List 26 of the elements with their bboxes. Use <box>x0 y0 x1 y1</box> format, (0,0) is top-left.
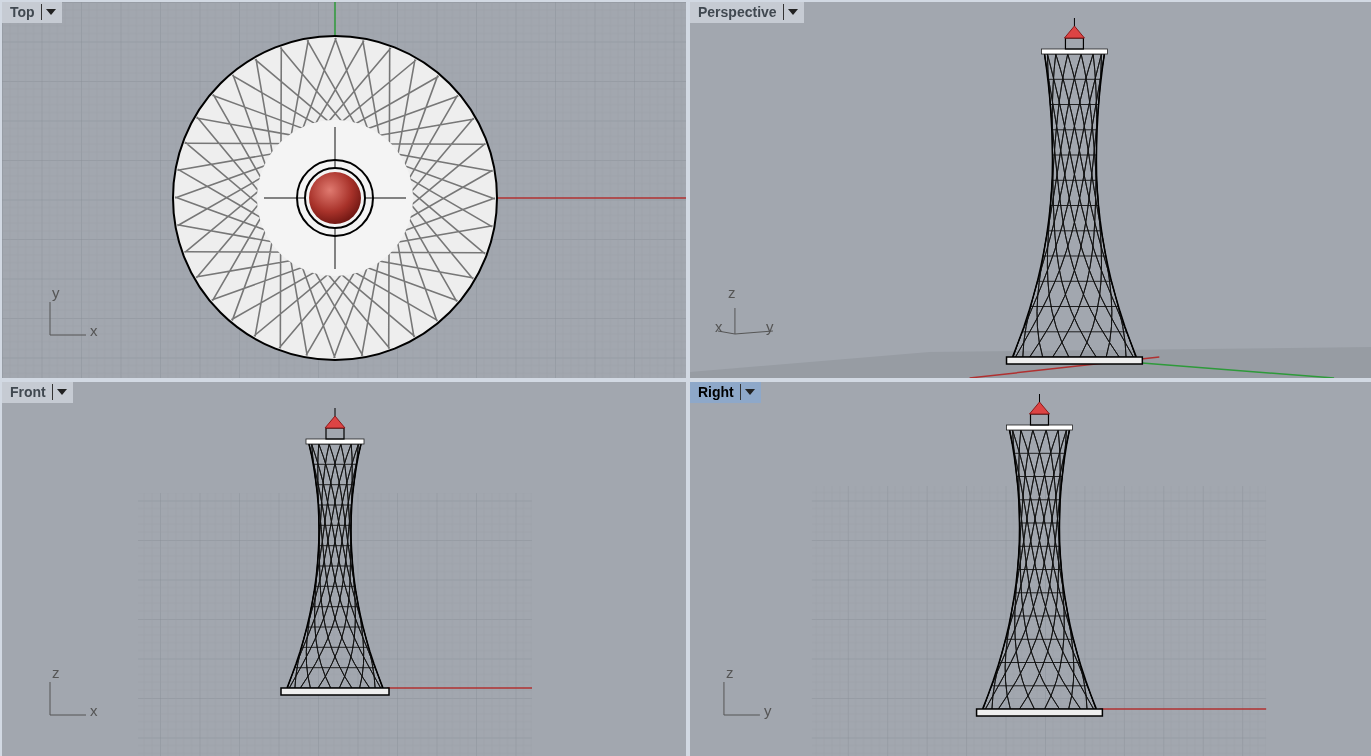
viewport[interactable]: Top y x <box>2 2 686 378</box>
axis-label: x <box>714 318 723 335</box>
axis-label: z <box>727 284 736 301</box>
caret-icon <box>739 384 757 400</box>
viewport-tab[interactable]: Top <box>2 2 62 23</box>
axis-label: x <box>90 702 98 719</box>
axis-gizmo-icon <box>49 301 87 336</box>
viewport[interactable]: Front z x <box>2 382 686 756</box>
axis-label: z <box>725 664 734 681</box>
viewport-tab[interactable]: Perspective <box>690 2 804 23</box>
axis-label: z <box>52 664 60 681</box>
axis-gizmo-icon <box>49 681 87 716</box>
axis-gizmo-icon <box>723 681 761 716</box>
viewport-tab[interactable]: Front <box>2 382 73 403</box>
caret-icon <box>782 4 800 20</box>
viewport[interactable]: Perspective z x y <box>690 2 1371 378</box>
axis-label: y <box>52 284 60 301</box>
viewport-tab[interactable]: Right <box>690 382 761 403</box>
axis-gizmo-icon <box>717 307 774 335</box>
axis-label: y <box>763 702 772 719</box>
viewport[interactable]: Right z y <box>690 382 1371 756</box>
caret-icon <box>40 4 58 20</box>
axis-label: y <box>765 318 774 335</box>
caret-icon <box>51 384 69 400</box>
axis-label: x <box>90 322 98 339</box>
y-axis-line <box>334 2 336 37</box>
